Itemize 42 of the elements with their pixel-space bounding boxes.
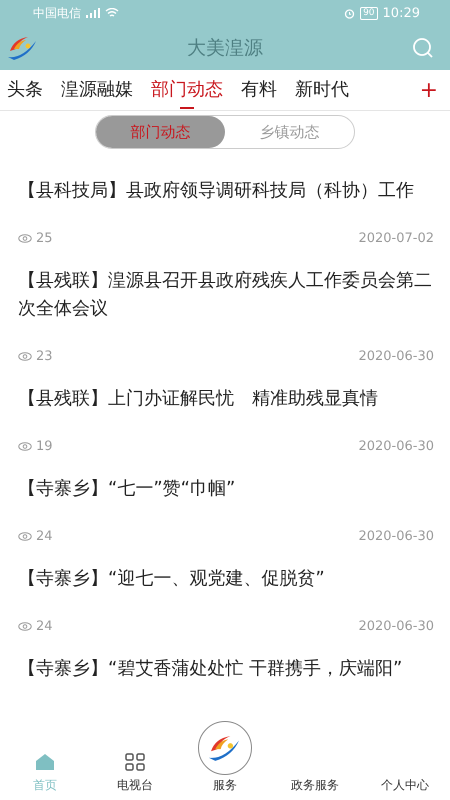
- eye-icon: [18, 442, 32, 450]
- nav-item[interactable]: 政务服务: [270, 753, 360, 794]
- nav-item[interactable]: 电视台: [90, 753, 180, 794]
- article-title[interactable]: 【寺寨乡】“迎七一、观党建、促脱贫”: [18, 565, 434, 593]
- view-count: 23: [36, 348, 53, 364]
- logo-icon: [8, 35, 38, 61]
- clock-time: 10:29: [382, 6, 420, 20]
- article-title[interactable]: 【县残联】湟源县召开县政府残疾人工作委员会第二次全体会议: [18, 267, 434, 323]
- view-count: 24: [36, 528, 53, 544]
- nav-item[interactable]: 服务: [180, 721, 270, 794]
- article-title[interactable]: 【县科技局】县政府领导调研科技局（科协）工作: [18, 177, 434, 205]
- category-tab[interactable]: 新时代: [286, 71, 358, 109]
- nav-item[interactable]: 个人中心: [360, 753, 450, 794]
- eye-icon: [18, 622, 32, 630]
- app-title: 大美湟源: [186, 36, 264, 61]
- eye-icon: [18, 234, 32, 242]
- view-count: 25: [36, 230, 53, 246]
- category-tab[interactable]: 有料: [232, 71, 286, 109]
- add-tab-button[interactable]: +: [420, 78, 438, 102]
- signal-icon: [86, 8, 100, 18]
- search-icon[interactable]: [412, 37, 434, 59]
- category-tab[interactable]: 部门动态: [142, 71, 232, 109]
- wifi-icon: [105, 8, 119, 18]
- article-title[interactable]: 【寺寨乡】“碧艾香蒲处处忙 干群携手，庆端阳”: [18, 655, 434, 683]
- battery-level: 90: [360, 6, 378, 20]
- article-title[interactable]: 【县残联】上门办证解民忧 精准助残显真情: [18, 385, 434, 413]
- article-title[interactable]: 【寺寨乡】“七一”赞“巾帼”: [18, 475, 434, 503]
- carrier-name: 中国电信: [33, 4, 81, 22]
- eye-icon: [18, 532, 32, 540]
- eye-icon: [18, 352, 32, 360]
- publish-date: 2020-07-02: [358, 230, 434, 246]
- publish-date: 2020-06-30: [358, 618, 434, 634]
- view-count: 19: [36, 438, 53, 454]
- home-icon: [35, 753, 55, 771]
- publish-date: 2020-06-30: [358, 528, 434, 544]
- view-count: 24: [36, 618, 53, 634]
- grid-icon: [125, 753, 145, 771]
- category-tab[interactable]: 头条: [0, 71, 52, 109]
- publish-date: 2020-06-30: [358, 348, 434, 364]
- category-tab[interactable]: 湟源融媒: [52, 71, 142, 109]
- alarm-icon: [344, 8, 356, 18]
- publish-date: 2020-06-30: [358, 438, 434, 454]
